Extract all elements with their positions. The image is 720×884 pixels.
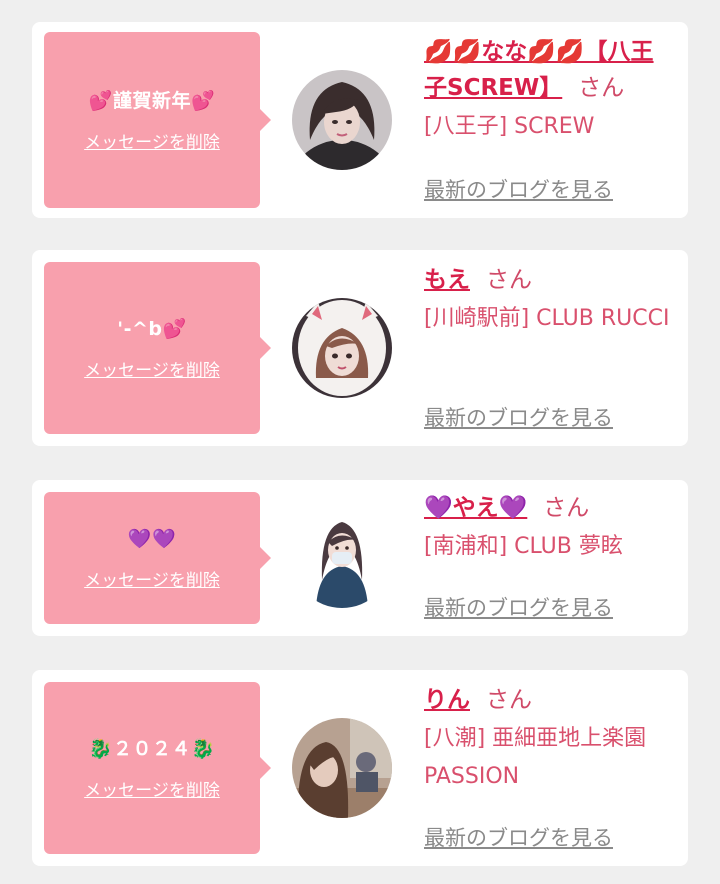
latest-blog-link[interactable]: 最新のブログを見る bbox=[424, 402, 613, 432]
avatar[interactable] bbox=[292, 70, 392, 170]
avatar[interactable] bbox=[292, 718, 392, 818]
message-list: 💕謹賀新年💕 メッセージを削除 💋💋なな💋💋【八王子SCREW】 さん [八王子]… bbox=[0, 0, 720, 884]
avatar[interactable] bbox=[292, 508, 392, 608]
profile-info: りん さん [八潮] 亜細亜地上楽園 PASSION bbox=[424, 682, 674, 796]
delete-message-link[interactable]: メッセージを削除 bbox=[84, 776, 220, 801]
delete-message-link[interactable]: メッセージを削除 bbox=[84, 356, 220, 381]
profile-name-link[interactable]: もえ bbox=[424, 267, 470, 293]
message-text: 💕謹賀新年💕 bbox=[88, 89, 216, 112]
message-card: 🐉２０２４🐉 メッセージを削除 りん さん [八潮] 亜細亜地上楽園 PASSIO… bbox=[32, 670, 688, 866]
avatar[interactable] bbox=[292, 298, 392, 398]
message-bubble: 🐉２０２４🐉 メッセージを削除 bbox=[44, 682, 271, 854]
message-text: 💜💜 bbox=[127, 527, 177, 550]
message-text: '-^b💕 bbox=[117, 317, 187, 340]
delete-message-link[interactable]: メッセージを削除 bbox=[84, 566, 220, 591]
shop-name: [八王子] SCREW bbox=[424, 114, 595, 139]
latest-blog-link[interactable]: 最新のブログを見る bbox=[424, 592, 613, 622]
profile-info: もえ さん [川崎駅前] CLUB RUCCI bbox=[424, 262, 674, 338]
profile-name-link[interactable]: 💜やえ💜 bbox=[424, 495, 527, 521]
message-card: 💕謹賀新年💕 メッセージを削除 💋💋なな💋💋【八王子SCREW】 さん [八王子]… bbox=[32, 22, 688, 218]
profile-info: 💜やえ💜 さん [南浦和] CLUB 夢眩 bbox=[424, 490, 674, 566]
shop-name: [川崎駅前] CLUB RUCCI bbox=[424, 306, 670, 331]
message-card: 💜💜 メッセージを削除 💜やえ💜 さん [南浦和] CLUB 夢眩 最新のブログを… bbox=[32, 480, 688, 636]
profile-name-link[interactable]: りん bbox=[424, 687, 470, 713]
message-bubble: 💕謹賀新年💕 メッセージを削除 bbox=[44, 32, 271, 208]
latest-blog-link[interactable]: 最新のブログを見る bbox=[424, 174, 613, 204]
message-card: '-^b💕 メッセージを削除 もえ さん [川崎駅前] CLUB RUCCI 最… bbox=[32, 250, 688, 446]
honorific: さん bbox=[578, 75, 625, 101]
shop-name: [南浦和] CLUB 夢眩 bbox=[424, 534, 623, 559]
message-text: 🐉２０２４🐉 bbox=[88, 737, 216, 760]
shop-name: [八潮] 亜細亜地上楽園 PASSION bbox=[424, 726, 647, 789]
message-bubble: '-^b💕 メッセージを削除 bbox=[44, 262, 271, 434]
latest-blog-link[interactable]: 最新のブログを見る bbox=[424, 822, 613, 852]
honorific: さん bbox=[486, 267, 532, 293]
profile-info: 💋💋なな💋💋【八王子SCREW】 さん [八王子] SCREW bbox=[424, 34, 674, 146]
honorific: さん bbox=[543, 495, 590, 521]
message-bubble: 💜💜 メッセージを削除 bbox=[44, 492, 271, 624]
delete-message-link[interactable]: メッセージを削除 bbox=[84, 128, 220, 153]
honorific: さん bbox=[486, 687, 532, 713]
